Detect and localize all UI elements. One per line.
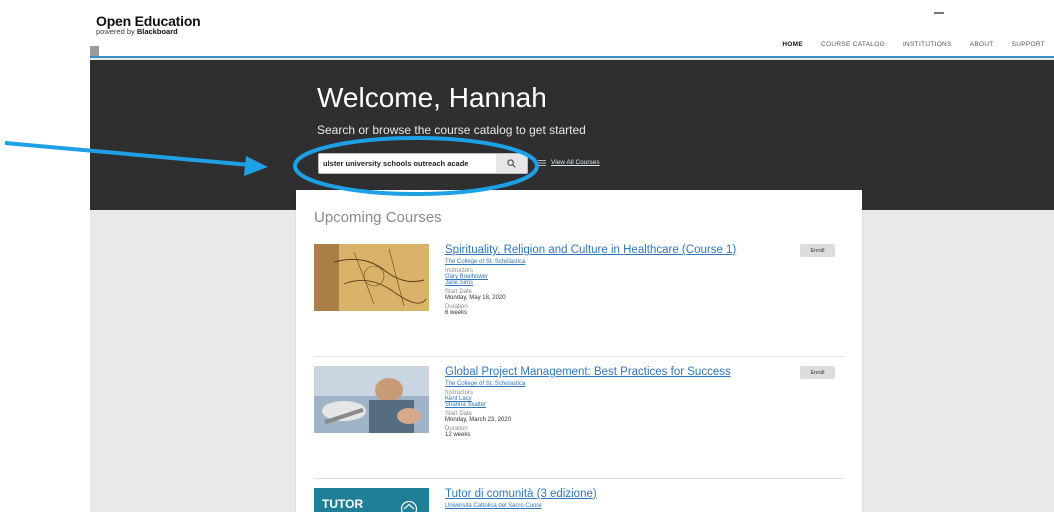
course-info: Global Project Management: Best Practice… (445, 366, 775, 438)
map-sketch-image (314, 244, 429, 311)
instructor-link[interactable]: Jane Sims (445, 280, 775, 286)
course-info: Tutor di comunità (3 edizione) Universit… (445, 488, 775, 509)
course-institution-link[interactable]: The College of St. Scholastica (445, 381, 775, 387)
course-title-link[interactable]: Tutor di comunità (3 edizione) (445, 488, 775, 500)
duration-value: 12 weeks (445, 432, 471, 438)
view-all-courses-label: View All Courses (551, 159, 600, 166)
course-info: Spirituality, Religion and Culture in He… (445, 244, 775, 316)
logo-sub-prefix: powered by (96, 27, 137, 36)
nav-course-catalog[interactable]: COURSE CATALOG (812, 41, 894, 48)
upcoming-courses-panel: Upcoming Courses Spirituality, Religion … (296, 190, 862, 512)
search-input-value: ulster university schools outreach acade (323, 159, 469, 168)
user-menu-icon[interactable] (934, 12, 944, 14)
upcoming-heading: Upcoming Courses (314, 209, 442, 226)
course-thumbnail[interactable]: TUTOR (314, 488, 429, 512)
enroll-button[interactable]: Enroll (800, 244, 835, 257)
nav-about[interactable]: ABOUT (961, 41, 1003, 48)
nav-institutions[interactable]: INSTITUTIONS (894, 41, 961, 48)
course-title-link[interactable]: Global Project Management: Best Practice… (445, 366, 775, 378)
screenshot: Open Education powered by Blackboard HOM… (0, 0, 1054, 512)
view-all-courses-link[interactable]: View All Courses (538, 159, 600, 166)
list-icon (538, 159, 546, 166)
course-divider (314, 356, 844, 357)
start-date-value: Monday, March 23, 2020 (445, 417, 511, 423)
enroll-button[interactable]: Enroll (800, 366, 835, 379)
nav-support[interactable]: SUPPORT (1003, 41, 1054, 48)
top-bar: Open Education powered by Blackboard HOM… (90, 0, 1054, 58)
course-thumbnail[interactable] (314, 366, 429, 433)
course-divider (314, 478, 844, 479)
main-nav: HOME COURSE CATALOG INSTITUTIONS ABOUT S… (773, 41, 1054, 48)
hero-subtitle: Search or browse the course catalog to g… (317, 123, 586, 137)
nav-home[interactable]: HOME (773, 41, 812, 48)
search-button[interactable] (496, 153, 528, 174)
course-institution-link[interactable]: The College of St. Scholastica (445, 259, 775, 265)
welcome-heading: Welcome, Hannah (317, 82, 547, 113)
page-corner-icon (90, 46, 99, 56)
house-icon (400, 500, 418, 512)
browser-page: Open Education powered by Blackboard HOM… (90, 0, 1054, 512)
tutor-thumbnail-text: TUTOR (322, 497, 364, 511)
meeting-photo-image (314, 366, 429, 433)
course-thumbnail[interactable] (314, 244, 429, 311)
instructor-link[interactable]: Shanna Skalter (445, 402, 775, 408)
search-input[interactable]: ulster university schools outreach acade (318, 153, 516, 174)
search-icon (507, 159, 516, 168)
duration-value: 6 weeks (445, 310, 468, 316)
start-date-value: Monday, May 18, 2020 (445, 295, 506, 301)
course-title-link[interactable]: Spirituality, Religion and Culture in He… (445, 244, 775, 256)
logo-subtitle: powered by Blackboard (96, 27, 178, 36)
course-institution-link[interactable]: Università Cattolica del Sacro Cuore (445, 503, 775, 509)
hero-banner: Welcome, Hannah Search or browse the cou… (90, 60, 1054, 210)
logo-sub-brand: Blackboard (136, 27, 178, 36)
